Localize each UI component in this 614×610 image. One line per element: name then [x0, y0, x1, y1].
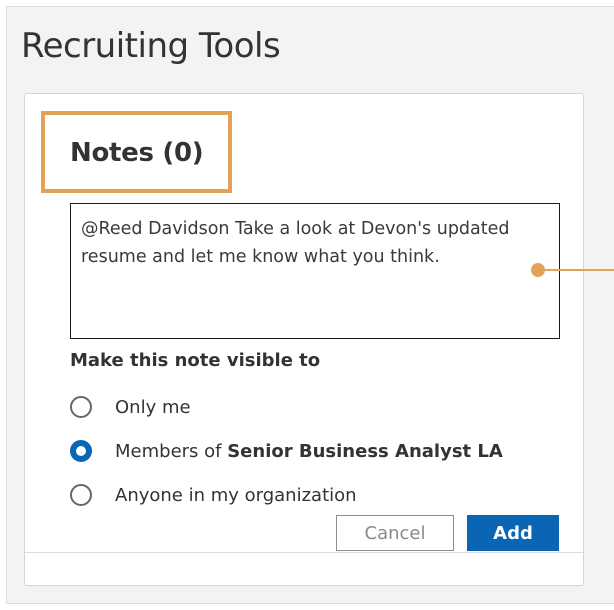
cancel-button[interactable]: Cancel — [336, 515, 454, 551]
notes-heading: Notes (0) — [70, 138, 204, 168]
radio-label-members-prefix: Members of — [115, 440, 228, 462]
card-divider — [25, 552, 583, 553]
radio-label-organization: Anyone in my organization — [115, 484, 357, 506]
radio-label-members: Members of Senior Business Analyst LA — [115, 441, 503, 462]
radio-label-members-group: Senior Business Analyst LA — [227, 440, 503, 462]
visibility-option-members[interactable]: Members of Senior Business Analyst LA — [70, 438, 503, 464]
callout-line — [543, 269, 614, 271]
visibility-option-only-me[interactable]: Only me — [70, 394, 191, 420]
visibility-label: Make this note visible to — [70, 350, 321, 371]
panel-title: Recruiting Tools — [21, 26, 281, 66]
radio-members[interactable] — [70, 440, 92, 462]
visibility-option-organization[interactable]: Anyone in my organization — [70, 482, 357, 508]
radio-only-me[interactable] — [70, 396, 92, 418]
radio-organization[interactable] — [70, 484, 92, 506]
add-button[interactable]: Add — [467, 515, 559, 551]
radio-label-only-me: Only me — [115, 396, 191, 418]
note-textarea[interactable]: @Reed Davidson Take a look at Devon's up… — [70, 203, 560, 339]
